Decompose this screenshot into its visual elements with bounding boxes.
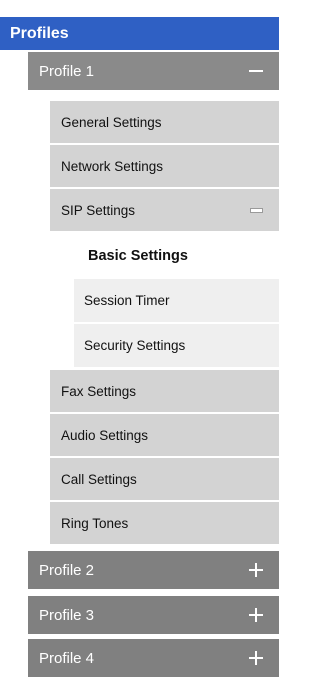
profile-3-item[interactable]: Profile 3: [28, 596, 279, 635]
sidebar-item-fax-settings[interactable]: Fax Settings: [50, 370, 279, 413]
profile-4-label: Profile 4: [39, 650, 95, 667]
sidebar-item-session-timer[interactable]: Session Timer: [74, 279, 279, 323]
general-settings-label: General Settings: [61, 115, 162, 130]
session-timer-label: Session Timer: [84, 293, 170, 308]
network-settings-label: Network Settings: [61, 159, 164, 174]
expand-plus-icon[interactable]: [247, 596, 265, 634]
sidebar-item-security-settings[interactable]: Security Settings: [74, 324, 279, 368]
profile-1-item[interactable]: Profile 1: [28, 52, 279, 91]
sidebar-item-audio-settings[interactable]: Audio Settings: [50, 414, 279, 457]
collapse-minus-icon[interactable]: [247, 189, 265, 231]
sidebar-item-ring-tones[interactable]: Ring Tones: [50, 502, 279, 545]
profile-2-item[interactable]: Profile 2: [28, 551, 279, 590]
fax-settings-label: Fax Settings: [61, 384, 137, 399]
sidebar-item-sip-settings[interactable]: SIP Settings: [50, 189, 279, 232]
expand-plus-icon[interactable]: [247, 551, 265, 589]
sidebar-item-basic-settings[interactable]: Basic Settings: [74, 234, 279, 278]
call-settings-label: Call Settings: [61, 472, 137, 487]
collapse-minus-icon[interactable]: [247, 52, 265, 90]
profiles-navigation: Profiles Profile 1 General Settings Netw…: [0, 0, 279, 679]
security-settings-label: Security Settings: [84, 338, 186, 353]
profile-2-label: Profile 2: [39, 562, 95, 579]
basic-settings-label: Basic Settings: [88, 248, 188, 264]
sidebar-item-general-settings[interactable]: General Settings: [50, 101, 279, 144]
ring-tones-label: Ring Tones: [61, 516, 129, 531]
profile-3-label: Profile 3: [39, 607, 95, 624]
profile-4-item[interactable]: Profile 4: [28, 639, 279, 678]
profiles-header[interactable]: Profiles: [0, 17, 279, 51]
sidebar-item-call-settings[interactable]: Call Settings: [50, 458, 279, 501]
sidebar-item-network-settings[interactable]: Network Settings: [50, 145, 279, 188]
expand-plus-icon[interactable]: [247, 639, 265, 677]
sip-settings-label: SIP Settings: [61, 203, 136, 218]
profiles-title: Profiles: [10, 25, 69, 42]
audio-settings-label: Audio Settings: [61, 428, 149, 443]
profile-1-label: Profile 1: [39, 63, 95, 80]
